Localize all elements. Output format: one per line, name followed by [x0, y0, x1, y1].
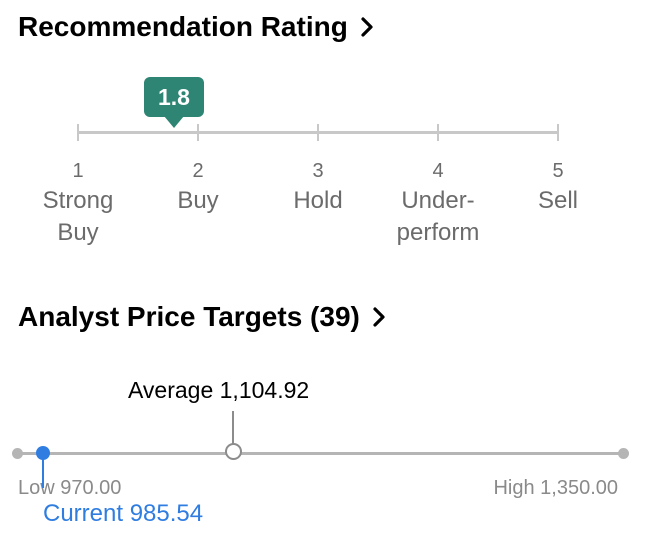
rating-scale-tick	[557, 124, 559, 141]
rating-scale-label: Buy	[177, 187, 219, 214]
low-target-label: Low 970.00	[18, 477, 122, 499]
rating-badge: 1.8	[144, 77, 204, 117]
recommendation-rating-header[interactable]: Recommendation Rating	[18, 11, 374, 43]
average-target-stem	[232, 411, 235, 444]
price-target-track	[18, 452, 624, 455]
high-target-label: High 1,350.00	[493, 477, 618, 499]
current-price-label: Current 985.54	[43, 500, 204, 527]
rating-scale-tick	[437, 124, 439, 141]
rating-scale-tick	[317, 124, 319, 141]
rating-badge-pointer	[164, 116, 184, 128]
chevron-right-icon	[360, 16, 374, 38]
rating-scale-number: 5	[552, 160, 564, 182]
rating-scale-label: Under- perform	[396, 187, 480, 246]
low-target-dot	[12, 448, 23, 459]
rating-scale-label: Sell	[537, 187, 579, 214]
rating-scale-tick	[197, 124, 199, 141]
rating-scale-label: Strong Buy	[42, 187, 114, 246]
average-target-label: Average 1,104.92	[128, 377, 310, 403]
rating-scale-tick	[77, 124, 79, 141]
high-target-dot	[618, 448, 629, 459]
recommendation-rating-title: Recommendation Rating	[18, 11, 348, 42]
chevron-right-icon	[372, 306, 386, 328]
rating-scale-number: 4	[432, 160, 444, 182]
rating-scale-number: 3	[312, 160, 324, 182]
current-price-marker	[35, 446, 50, 460]
rating-scale-number: 2	[192, 160, 204, 182]
rating-scale-label: Hold	[293, 187, 343, 214]
analyst-price-targets-title: Analyst Price Targets (39)	[18, 301, 360, 332]
analyst-price-targets-header[interactable]: Analyst Price Targets (39)	[18, 301, 386, 333]
rating-scale-number: 1	[72, 160, 84, 182]
average-target-marker	[224, 443, 242, 460]
